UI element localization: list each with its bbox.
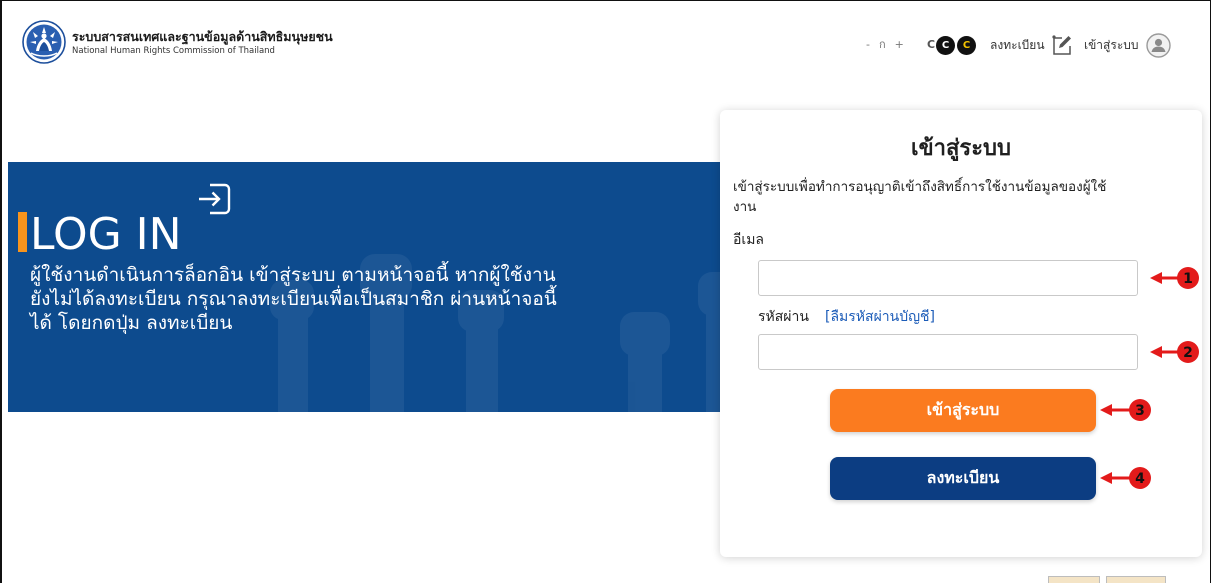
login-banner: LOG IN ผู้ใช้งานดำเนินการล็อกอิน เข้าสู่… <box>8 162 760 412</box>
header-register-link[interactable]: ลงทะเบียน <box>990 34 1073 56</box>
banner-description-line: ผู้ใช้งานดำเนินการล็อกอิน เข้าสู่ระบบ ตา… <box>30 264 556 286</box>
font-normal-button[interactable]: ก <box>879 38 886 52</box>
login-page: ระบบสารสนเทศและฐานข้อมูลด้านสิทธิมนุษยชน… <box>0 0 1211 583</box>
login-card-title: เข้าสู่ระบบ <box>911 136 1011 161</box>
forgot-password-link[interactable]: [ลืมรหัสผ่านบัญชี] <box>825 307 935 327</box>
footer-partial-box <box>1048 576 1100 583</box>
banner-title: LOG IN <box>30 209 182 260</box>
login-card-description: งาน <box>733 199 757 215</box>
font-decrease-button[interactable]: - <box>866 38 870 52</box>
banner-description-line: ได้ โดยกดปุ่ม ลงทะเบียน <box>30 312 233 334</box>
login-arrow-icon <box>199 183 231 215</box>
user-icon <box>1145 32 1171 58</box>
password-input[interactable] <box>758 334 1138 370</box>
nhrct-logo-icon[interactable] <box>22 20 66 64</box>
header-register-label: ลงทะเบียน <box>990 37 1045 52</box>
password-label: รหัสผ่าน <box>758 309 809 325</box>
contrast-dark-button[interactable]: C <box>936 36 955 55</box>
site-title: ระบบสารสนเทศและฐานข้อมูลด้านสิทธิมนุษยชน <box>72 29 333 44</box>
contrast-default-button[interactable]: C <box>927 38 935 52</box>
email-input[interactable] <box>758 260 1138 296</box>
footer-partial-box <box>1106 576 1166 583</box>
register-button[interactable]: ลงทะเบียน <box>830 457 1096 500</box>
banner-description-line: ยังไม่ได้ลงทะเบียน กรุณาลงทะเบียนเพื่อเป… <box>30 288 557 310</box>
font-increase-button[interactable]: + <box>895 38 904 52</box>
title-accent-bar <box>18 212 27 252</box>
header-login-label: เข้าสู่ระบบ <box>1084 37 1139 52</box>
site-subtitle: National Human Rights Commission of Thai… <box>72 46 275 56</box>
login-button[interactable]: เข้าสู่ระบบ <box>830 389 1096 432</box>
header-login-link[interactable]: เข้าสู่ระบบ <box>1084 32 1171 58</box>
edit-icon <box>1051 35 1071 55</box>
login-card: เข้าสู่ระบบ เข้าสู่ระบบเพื่อทำการอนุญาติ… <box>720 110 1202 557</box>
contrast-yellow-button[interactable]: C <box>957 36 976 55</box>
font-size-controls: - ก + <box>866 38 904 52</box>
login-card-description: เข้าสู่ระบบเพื่อทำการอนุญาติเข้าถึงสิทธิ… <box>733 179 1107 195</box>
email-label: อีเมล <box>733 232 765 248</box>
